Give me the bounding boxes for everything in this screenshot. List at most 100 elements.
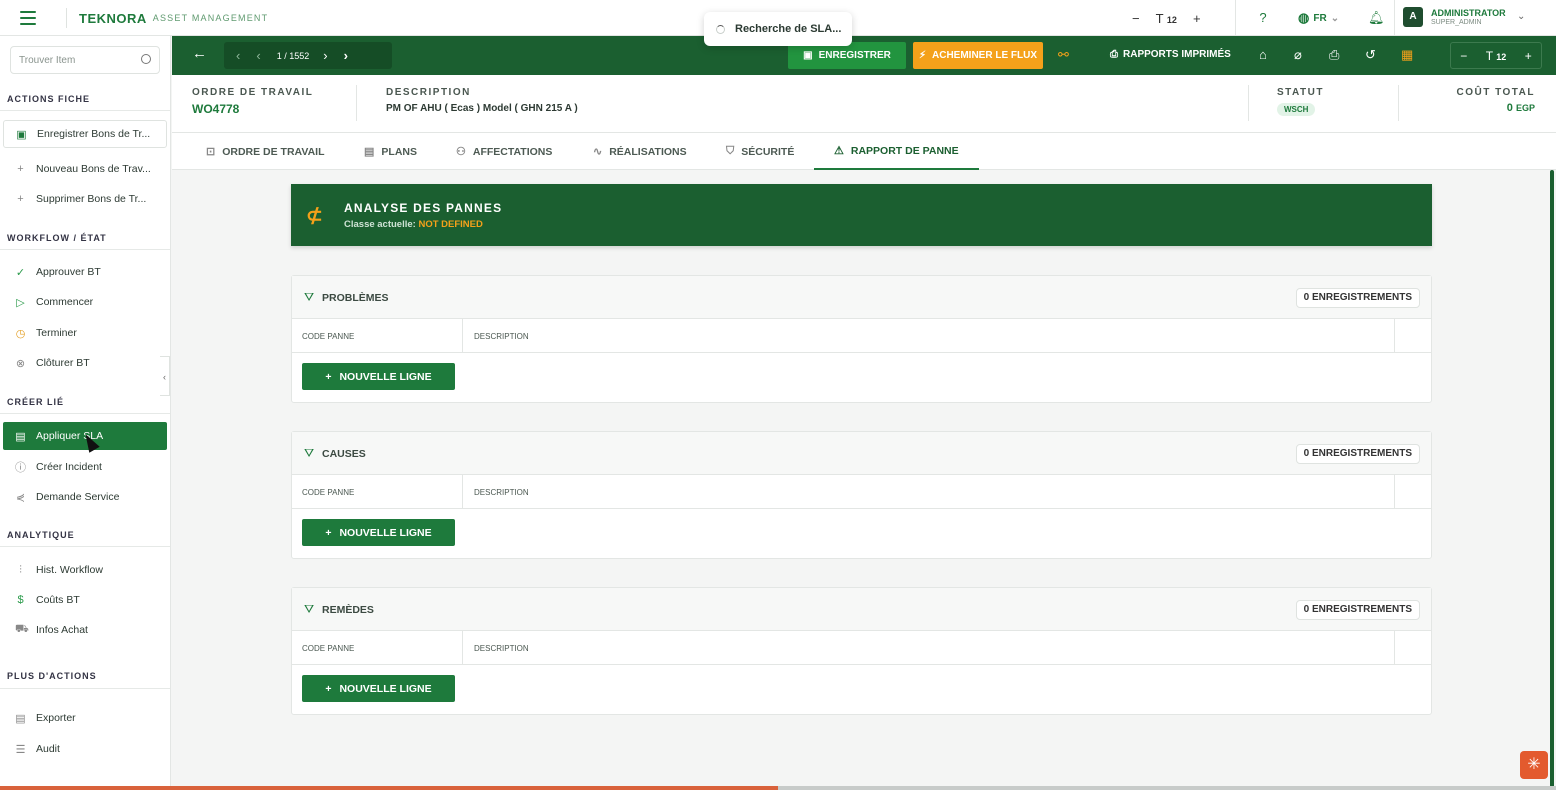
section-header-more: PLUS D'ACTIONS	[7, 671, 97, 681]
tab-failure-report[interactable]: ⚠︎ RAPPORT DE PANNE	[814, 133, 979, 170]
panel-title: REMÈDES	[322, 604, 374, 616]
last-record-icon[interactable]: ›	[344, 48, 348, 63]
font-size-control: − T 12 +	[1132, 0, 1201, 36]
font-decrease-button[interactable]: −	[1132, 11, 1140, 26]
user-icon: ⚇	[456, 146, 466, 158]
first-record-icon[interactable]: ‹	[236, 48, 240, 63]
dollar-icon: $	[17, 594, 24, 606]
warning-icon: ⚠︎	[834, 145, 844, 157]
sidebar-item-export[interactable]: ▤ Exporter	[3, 704, 167, 732]
sidebar-item-new-bt[interactable]: + Nouveau Bons de Trav...	[3, 155, 167, 183]
help-icon[interactable]: ?	[1255, 10, 1271, 26]
sidebar-item-audit[interactable]: ☰ Audit	[3, 735, 167, 763]
sidebar-item-start[interactable]: ▷ Commencer	[3, 288, 167, 316]
assistant-icon[interactable]: ✳	[1520, 751, 1548, 779]
printer-icon[interactable]: ⎙	[1329, 47, 1339, 63]
activity-icon: ∿	[593, 146, 603, 158]
link-icon[interactable]: ⚯	[1058, 47, 1069, 63]
user-menu[interactable]: ADMINISTRATOR SUPER_ADMIN	[1431, 9, 1506, 27]
table-header: CODE PANNE DESCRIPTION	[292, 475, 1431, 509]
record-pager: ‹ ‹ 1 / 1552 › ›	[224, 42, 392, 69]
tab-bar: ⊡ ORDRE DE TRAVAIL ▤ PLANS ⚇ AFFECTATION…	[172, 133, 1556, 170]
description-label: DESCRIPTION	[386, 87, 471, 98]
section-header-analytics: ANALYTIQUE	[7, 530, 75, 540]
search-icon[interactable]	[141, 54, 151, 64]
column-header-code: CODE PANNE	[302, 488, 355, 497]
save-button[interactable]: ▣ ENREGISTRER	[788, 42, 906, 69]
menu-icon[interactable]	[20, 11, 36, 25]
language-value: FR	[1313, 12, 1327, 24]
loading-toast: Recherche de SLA...	[704, 12, 852, 46]
filter-icon: ⛛	[304, 602, 315, 616]
tab-label: ORDRE DE TRAVAIL	[222, 145, 325, 158]
tab-plans[interactable]: ▤ PLANS	[364, 133, 417, 170]
work-order-value: WO4778	[192, 102, 240, 116]
divider	[0, 546, 170, 547]
save-icon: ▣	[803, 50, 813, 61]
tab-label: PLANS	[381, 145, 417, 158]
description-value: PM OF AHU ( Ecas ) Model ( GHN 215 A )	[386, 103, 578, 114]
sidebar-item-costs[interactable]: $ Coûts BT	[3, 586, 167, 614]
sidebar-item-save-bt[interactable]: ▣ Enregistrer Bons de Tr...	[3, 120, 167, 148]
scrollbar[interactable]	[1550, 170, 1554, 790]
clipboard-icon[interactable]: ▦	[1401, 47, 1413, 63]
status-badge: WSCH	[1277, 103, 1316, 116]
add-row-button[interactable]: + NOUVELLE LIGNE	[302, 519, 455, 546]
sidebar-item-wf-history[interactable]: ⫶ Hist. Workflow	[3, 556, 167, 584]
sidebar-item-finish[interactable]: ◷ Terminer	[3, 319, 167, 347]
section-header-workflow: WORKFLOW / ÉTAT	[7, 233, 107, 243]
x-circle-icon: ⊗	[15, 357, 26, 370]
divider	[0, 688, 170, 689]
route-flow-button[interactable]: ⚡︎ ACHEMINER LE FLUX	[913, 42, 1043, 69]
bell-icon[interactable]: 🔔︎	[1368, 10, 1385, 26]
add-row-label: NOUVELLE LIGNE	[339, 370, 432, 383]
divider	[0, 110, 170, 111]
divider	[1398, 85, 1399, 121]
export-icon: ▤	[15, 712, 26, 725]
save-label: ENREGISTRER	[818, 50, 891, 61]
divider	[462, 631, 463, 665]
add-row-button[interactable]: + NOUVELLE LIGNE	[302, 675, 455, 702]
zoom-in-button[interactable]: +	[1525, 49, 1532, 63]
panel-header: ⛛ CAUSES 0 ENREGISTREMENTS	[292, 432, 1431, 475]
sidebar-item-create-incident[interactable]: ⓘ Créer Incident	[3, 453, 167, 481]
tag-icon[interactable]: ⌂	[1259, 47, 1267, 62]
sidebar-item-purchase[interactable]: ⛟ Infos Achat	[3, 616, 167, 644]
tab-safety[interactable]: ⛉ SÉCURITÉ	[726, 133, 794, 170]
record-count-badge: 0 ENREGISTREMENTS	[1295, 600, 1420, 620]
font-size-icon: T 12	[1485, 48, 1507, 63]
sidebar-item-approve[interactable]: ✓ Approuver BT	[3, 258, 167, 286]
plus-icon: +	[325, 682, 332, 695]
brand-logo[interactable]: TEKNORA ASSET MANAGEMENT	[66, 8, 268, 28]
search-input[interactable]: Trouver Item	[10, 46, 160, 74]
record-toolbar: ← ‹ ‹ 1 / 1552 › › ▣ ENREGISTRER ⚡︎ ACHE…	[172, 36, 1556, 75]
panel-title: PROBLÈMES	[322, 292, 389, 304]
history-icon[interactable]: ↺	[1365, 47, 1376, 63]
language-selector[interactable]: ◍ FR ⌄	[1298, 10, 1339, 26]
chevron-down-icon[interactable]: ⌄	[1517, 11, 1525, 22]
prev-record-icon[interactable]: ‹	[256, 48, 260, 63]
document-icon: ▤	[364, 146, 375, 158]
bar-chart-icon: ⫶	[19, 563, 22, 576]
add-row-label: NOUVELLE LIGNE	[339, 682, 432, 695]
font-size-value: 12	[1166, 14, 1177, 25]
tab-assignments[interactable]: ⚇ AFFECTATIONS	[456, 133, 552, 170]
paperclip-icon[interactable]: ⌀	[1294, 47, 1302, 63]
printed-reports-button[interactable]: ⎙ RAPPORTS IMPRIMÉS	[1110, 49, 1231, 60]
next-record-icon[interactable]: ›	[323, 48, 327, 63]
font-increase-button[interactable]: +	[1193, 11, 1201, 26]
add-row-button[interactable]: + NOUVELLE LIGNE	[302, 363, 455, 390]
bolt-icon: ⚡︎	[918, 50, 927, 61]
sidebar-item-close[interactable]: ⊗ Clôturer BT	[3, 349, 167, 377]
sidebar-item-label: Nouveau Bons de Trav...	[36, 163, 151, 175]
tab-realizations[interactable]: ∿ RÉALISATIONS	[593, 133, 687, 170]
sidebar-collapse-button[interactable]: ‹	[160, 356, 170, 396]
divider	[1394, 0, 1395, 36]
avatar[interactable]: A	[1403, 7, 1423, 27]
zoom-out-button[interactable]: −	[1460, 49, 1467, 63]
sidebar-item-service-request[interactable]: ⋞ Demande Service	[3, 483, 167, 511]
sidebar-item-delete-bt[interactable]: + Supprimer Bons de Tr...	[3, 185, 167, 213]
tab-work-order[interactable]: ⊡ ORDRE DE TRAVAIL	[206, 133, 325, 170]
alert-circle-icon: ⓘ	[15, 462, 26, 474]
back-arrow-icon[interactable]: ←	[192, 45, 207, 62]
